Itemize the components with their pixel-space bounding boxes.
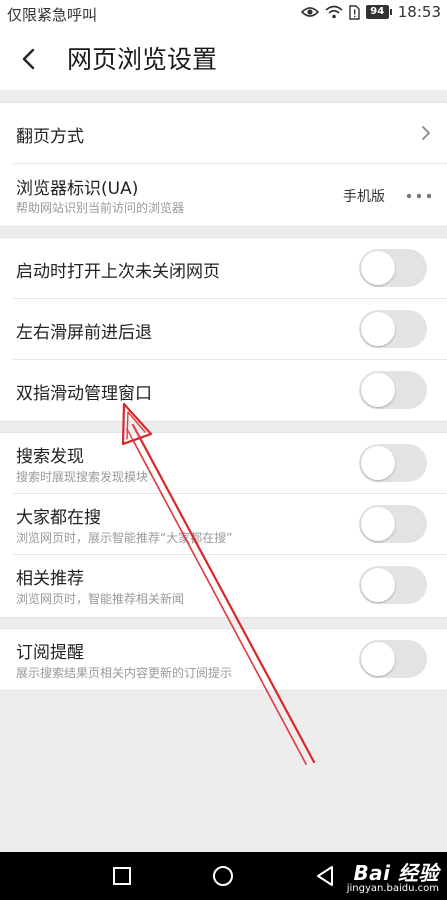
swipe-navigation-row: 左右滑屏前进后退 — [0, 299, 447, 360]
swipe-navigation-toggle[interactable] — [359, 310, 427, 348]
settings-group-gestures: 启动时打开上次未关闭网页 左右滑屏前进后退 双指滑动管理窗口 — [0, 237, 447, 422]
related-recommendations-row: 相关推荐 浏览网页时，智能推荐相关新闻 — [0, 555, 447, 617]
wifi-icon — [325, 5, 343, 19]
two-finger-window-row: 双指滑动管理窗口 — [0, 360, 447, 421]
two-finger-window-label: 双指滑动管理窗口 — [16, 384, 152, 404]
subscription-reminder-row: 订阅提醒 展示搜索结果页相关内容更新的订阅提示 — [0, 629, 447, 690]
battery-level: 94 — [365, 5, 389, 19]
subscription-reminder-description: 展示搜索结果页相关内容更新的订阅提示 — [16, 666, 233, 680]
search-discovery-toggle[interactable] — [359, 444, 427, 482]
swipe-navigation-label: 左右滑屏前进后退 — [16, 323, 152, 343]
subscription-reminder-toggle[interactable] — [359, 640, 427, 678]
restore-tabs-row: 启动时打开上次未关闭网页 — [0, 238, 447, 299]
back-button[interactable] — [14, 44, 44, 74]
two-finger-window-toggle[interactable] — [359, 371, 427, 409]
more-options-icon[interactable] — [405, 192, 433, 200]
restore-tabs-label: 启动时打开上次未关闭网页 — [16, 262, 220, 282]
trending-searches-label: 大家都在搜 — [16, 508, 101, 528]
related-recommendations-toggle[interactable] — [359, 566, 427, 604]
subscription-reminder-label: 订阅提醒 — [16, 643, 84, 663]
watermark-logo: Bai 经验 — [353, 861, 439, 885]
battery-icon: 94 — [365, 5, 392, 19]
search-discovery-description: 搜索时展现搜索发现模块 — [16, 470, 149, 484]
settings-group-general: 翻页方式 浏览器标识(UA) 帮助网站识别当前访问的浏览器 手机版 — [0, 102, 447, 227]
baidu-jingyan-watermark: Bai 经验 jingyan.baidu.com — [347, 857, 439, 894]
page-title: 网页浏览设置 — [67, 45, 218, 74]
recent-apps-button[interactable] — [110, 864, 134, 888]
settings-group-subscriptions: 订阅提醒 展示搜索结果页相关内容更新的订阅提示 — [0, 628, 447, 691]
page-turn-label: 翻页方式 — [16, 127, 84, 147]
search-discovery-label: 搜索发现 — [16, 447, 84, 467]
ua-value: 手机版 — [343, 189, 385, 205]
status-time: 18:53 — [397, 3, 441, 21]
restore-tabs-toggle[interactable] — [359, 249, 427, 287]
trending-searches-row: 大家都在搜 浏览网页时，展示智能推荐“大家都在搜” — [0, 494, 447, 555]
chevron-right-icon — [422, 126, 430, 140]
ua-label: 浏览器标识(UA) — [16, 179, 139, 199]
back-nav-button[interactable] — [313, 864, 337, 888]
related-recommendations-label: 相关推荐 — [16, 569, 84, 589]
status-icons: 94 18:53 — [300, 3, 441, 21]
eye-comfort-icon — [300, 6, 319, 18]
search-discovery-row: 搜索发现 搜索时展现搜索发现模块 — [0, 433, 447, 494]
watermark-url: jingyan.baidu.com — [346, 883, 439, 894]
chevron-left-icon — [22, 48, 35, 70]
sim-alert-icon — [349, 4, 360, 20]
ua-description: 帮助网站识别当前访问的浏览器 — [16, 201, 185, 215]
trending-searches-toggle[interactable] — [359, 505, 427, 543]
ua-row[interactable]: 浏览器标识(UA) 帮助网站识别当前访问的浏览器 手机版 — [0, 164, 447, 226]
status-bar: 仅限紧急呼叫 94 18:53 — [0, 0, 447, 26]
related-recommendations-description: 浏览网页时，智能推荐相关新闻 — [16, 592, 185, 606]
home-button[interactable] — [211, 864, 235, 888]
page-turn-row[interactable]: 翻页方式 — [0, 103, 447, 164]
trending-searches-description: 浏览网页时，展示智能推荐“大家都在搜” — [16, 531, 233, 545]
system-nav-bar: Bai 经验 jingyan.baidu.com — [0, 852, 447, 900]
settings-group-recommendations: 搜索发现 搜索时展现搜索发现模块 大家都在搜 浏览网页时，展示智能推荐“大家都在… — [0, 432, 447, 618]
title-bar: 网页浏览设置 — [0, 26, 447, 90]
carrier-text: 仅限紧急呼叫 — [7, 6, 98, 24]
